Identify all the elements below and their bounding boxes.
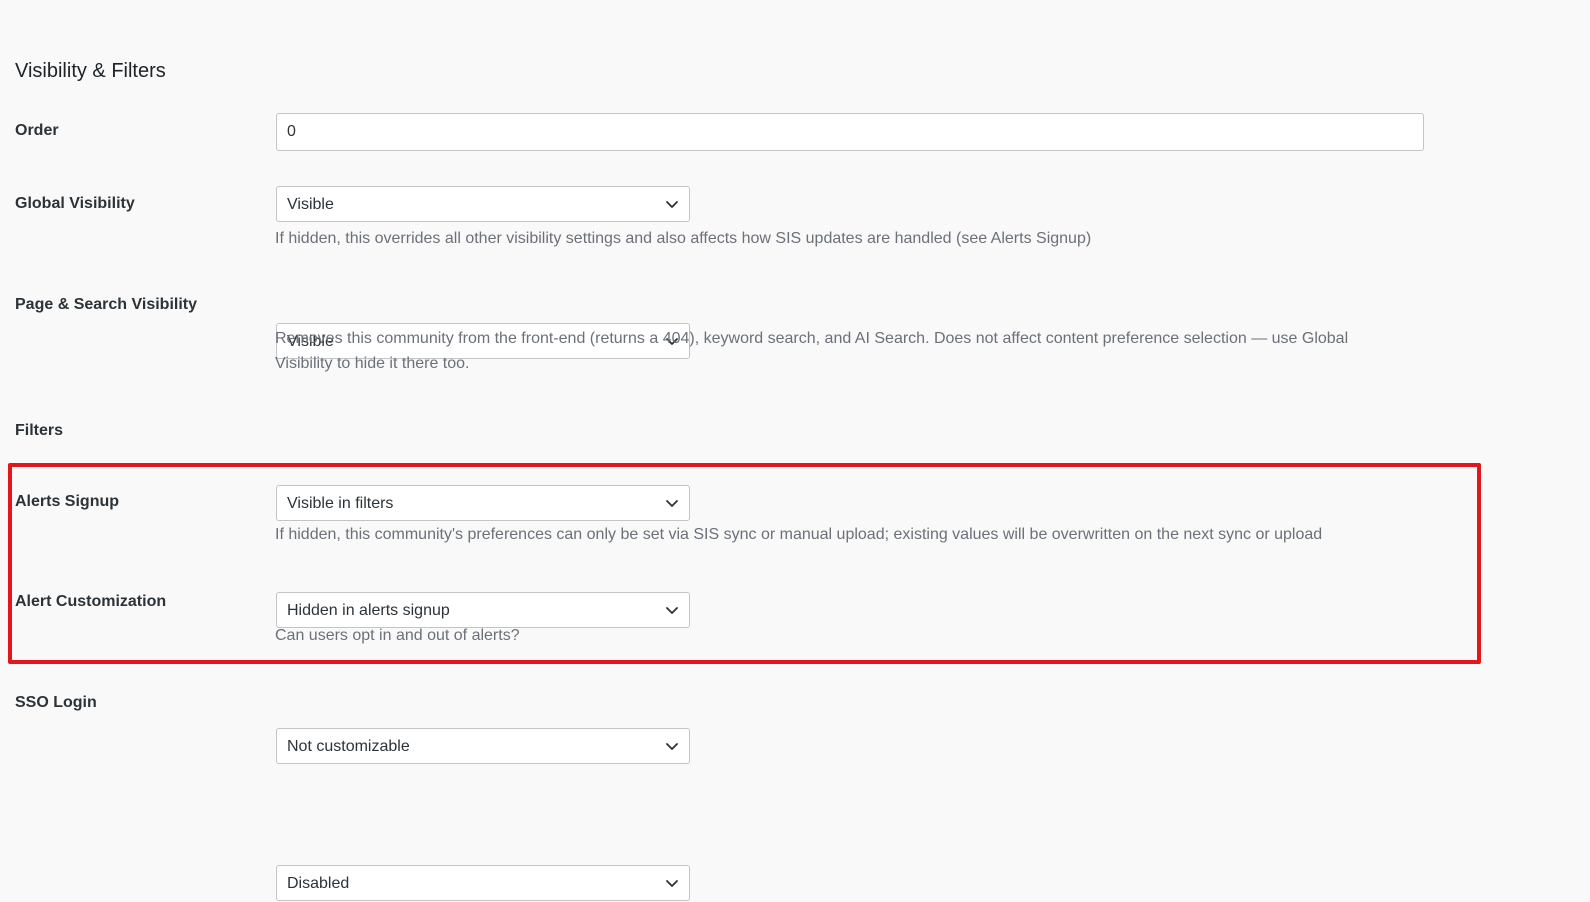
global-visibility-description: If hidden, this overrides all other visi… bbox=[275, 230, 1092, 247]
order-input[interactable] bbox=[276, 113, 1424, 151]
sso-login-value: Disabled bbox=[287, 875, 350, 892]
filters-value: Visible in filters bbox=[287, 495, 394, 512]
alerts-signup-description: If hidden, this community's preferences … bbox=[275, 526, 1323, 543]
sso-login-label: SSO Login bbox=[15, 694, 97, 711]
global-visibility-select[interactable]: Visible bbox=[276, 186, 690, 222]
alert-customization-description: Can users opt in and out of alerts? bbox=[275, 627, 520, 644]
page-search-visibility-description: Removes this community from the front-en… bbox=[275, 330, 1349, 372]
chevron-down-icon bbox=[666, 743, 678, 750]
alert-customization-select[interactable]: Not customizable bbox=[276, 728, 690, 764]
highlight-box bbox=[8, 463, 1481, 664]
alert-customization-value: Not customizable bbox=[287, 738, 410, 755]
filters-label: Filters bbox=[15, 422, 64, 439]
alerts-signup-label: Alerts Signup bbox=[15, 493, 120, 510]
order-label: Order bbox=[15, 122, 59, 139]
global-visibility-label: Global Visibility bbox=[15, 195, 135, 212]
chevron-down-icon bbox=[666, 201, 678, 208]
sso-login-select[interactable]: Disabled bbox=[276, 865, 690, 901]
chevron-down-icon bbox=[666, 500, 678, 507]
chevron-down-icon bbox=[666, 880, 678, 887]
alert-customization-label: Alert Customization bbox=[15, 593, 167, 610]
page-search-visibility-label: Page & Search Visibility bbox=[15, 296, 198, 313]
global-visibility-value: Visible bbox=[287, 196, 334, 213]
filters-select[interactable]: Visible in filters bbox=[276, 485, 690, 521]
chevron-down-icon bbox=[666, 607, 678, 614]
section-title: Visibility & Filters bbox=[15, 60, 166, 82]
